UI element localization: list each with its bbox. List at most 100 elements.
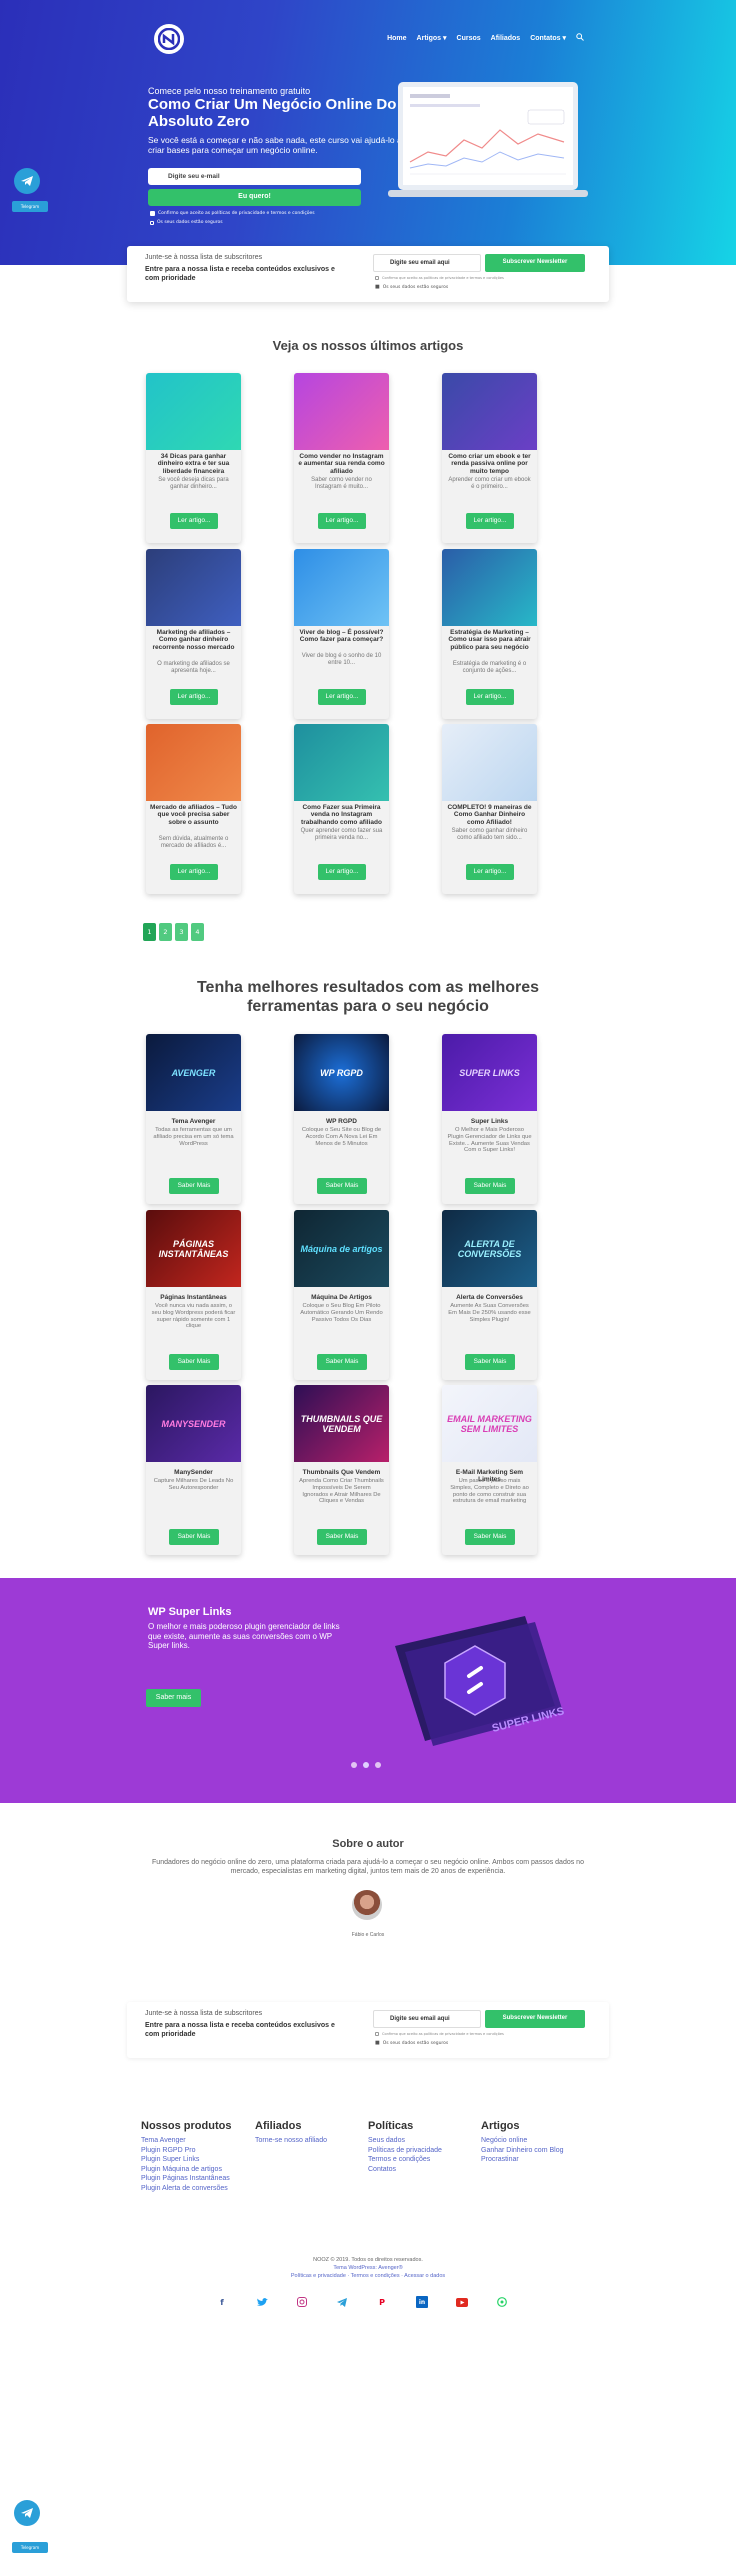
tool-title[interactable]: Máquina De Artigos [298,1294,385,1301]
read-article-button[interactable]: Ler artigo... [170,689,218,705]
tool-title[interactable]: WP RGPD [298,1118,385,1125]
learn-more-button[interactable]: Saber Mais [465,1529,515,1545]
footer-link[interactable]: Procrastinar [481,2155,591,2165]
tool-title[interactable]: ManySender [150,1469,237,1476]
tool-card[interactable]: EMAIL MARKETING SEM LIMITES E-Mail Market… [442,1385,537,1555]
article-card[interactable]: Estratégia de Marketing – Como usar isso… [442,549,537,719]
telegram-float-button[interactable] [14,168,40,194]
article-card[interactable]: COMPLETO! 9 maneiras de Como Ganhar Dinh… [442,724,537,894]
article-title[interactable]: COMPLETO! 9 maneiras de Como Ganhar Dinh… [446,804,533,826]
theme-credit[interactable]: Tema WordPress: Avenger® [0,2265,736,2271]
read-article-button[interactable]: Ler artigo... [466,513,514,529]
telegram-badge[interactable]: Telegram [12,201,48,212]
footer-link[interactable]: Seus dados [368,2136,478,2146]
footer-link[interactable]: Plugin Super Links [141,2155,251,2165]
tool-card[interactable]: WP RGPD WP RGPD Coloque o Seu Site ou Blog… [294,1034,389,1204]
read-article-button[interactable]: Ler artigo... [318,689,366,705]
article-card[interactable]: Mercado de afiliados – Tudo que você pre… [146,724,241,894]
whatsapp-icon[interactable] [496,2296,508,2308]
article-card[interactable]: Marketing de afiliados – Como ganhar din… [146,549,241,719]
nav-item-home[interactable]: Home [387,35,406,42]
learn-more-button[interactable]: Saber Mais [317,1354,367,1370]
learn-more-button[interactable]: Saber Mais [465,1178,515,1194]
tool-card[interactable]: SUPER LINKS Super Links O Melhor e Mais Po… [442,1034,537,1204]
tool-card[interactable]: Máquina de artigos Máquina De Artigos Colo… [294,1210,389,1380]
carousel-dot-3[interactable] [375,1762,381,1768]
youtube-icon[interactable] [456,2296,468,2308]
telegram-badge-bottom[interactable]: Telegram [12,2542,48,2553]
tool-thumbnail[interactable]: MANYSENDER [146,1385,241,1462]
article-title[interactable]: Como Fazer sua Primeira venda no Instagr… [298,804,385,826]
promo-button[interactable]: Saber mais [146,1689,201,1707]
subscribe-email-input-bottom[interactable]: Digite seu email aqui [373,2010,481,2028]
footer-link[interactable]: Tema Avenger [141,2136,251,2146]
hero-email-input[interactable]: Digite seu e-mail [148,168,361,185]
tool-card[interactable]: AVENGER Tema Avenger Todas as ferramentas … [146,1034,241,1204]
learn-more-button[interactable]: Saber Mais [317,1178,367,1194]
subscribe-consent-checkbox-bottom[interactable]: Confirmo que aceito as políticas de priv… [375,2032,504,2036]
nav-item-contatos[interactable]: Contatos ▾ [530,34,566,42]
tool-thumbnail[interactable]: EMAIL MARKETING SEM LIMITES [442,1385,537,1462]
hero-cta-button[interactable]: Eu quero! [148,189,361,206]
footer-link[interactable]: Termos e condições [368,2155,478,2165]
tool-thumbnail[interactable]: AVENGER [146,1034,241,1111]
tool-card[interactable]: MANYSENDER ManySender Capture Milhares De … [146,1385,241,1555]
tool-thumbnail[interactable]: WP RGPD [294,1034,389,1111]
learn-more-button[interactable]: Saber Mais [169,1529,219,1545]
learn-more-button[interactable]: Saber Mais [317,1529,367,1545]
nav-item-cursos[interactable]: Cursos [457,35,481,42]
article-thumbnail[interactable] [442,373,537,450]
subscribe-email-input[interactable]: Digite seu email aqui [373,254,481,272]
article-thumbnail[interactable] [442,724,537,801]
read-article-button[interactable]: Ler artigo... [318,864,366,880]
tool-card[interactable]: ALERTA DE CONVERSÕES Alerta de Conversões… [442,1210,537,1380]
tool-card[interactable]: PÁGINAS INSTANTÂNEAS Páginas Instantâneas… [146,1210,241,1380]
tool-title[interactable]: Super Links [446,1118,533,1125]
hero-consent-checkbox[interactable]: Confirmo que aceito as políticas de priv… [150,211,315,216]
page-2[interactable]: 2 [159,923,172,941]
article-title[interactable]: Viver de blog – É possível? Como fazer p… [298,629,385,644]
article-thumbnail[interactable] [146,724,241,801]
page-1[interactable]: 1 [143,923,156,941]
tool-title[interactable]: Tema Avenger [150,1118,237,1125]
footer-link[interactable]: Plugin Páginas Instantâneas [141,2174,251,2184]
article-title[interactable]: Estratégia de Marketing – Como usar isso… [446,629,533,651]
tool-thumbnail[interactable]: ALERTA DE CONVERSÕES [442,1210,537,1287]
article-thumbnail[interactable] [146,549,241,626]
article-card[interactable]: Como vender no Instagram e aumentar sua … [294,373,389,543]
tool-thumbnail[interactable]: Máquina de artigos [294,1210,389,1287]
telegram-icon[interactable] [336,2296,348,2308]
learn-more-button[interactable]: Saber Mais [465,1354,515,1370]
footer-link[interactable]: Contatos [368,2165,478,2175]
tool-thumbnail[interactable]: THUMBNAILS QUE VENDEM [294,1385,389,1462]
footer-link[interactable]: Políticas de privacidade [368,2146,478,2156]
logo-icon[interactable] [154,24,184,54]
subscribe-button[interactable]: Subscrever Newsletter [485,254,585,272]
carousel-dot-1[interactable] [351,1762,357,1768]
tool-thumbnail[interactable]: SUPER LINKS [442,1034,537,1111]
article-thumbnail[interactable] [294,373,389,450]
article-title[interactable]: Como criar um ebook e ter renda passiva … [446,453,533,475]
footer-link[interactable]: Torne-se nosso afiliado [255,2136,365,2146]
read-article-button[interactable]: Ler artigo... [466,689,514,705]
article-title[interactable]: Marketing de afiliados – Como ganhar din… [150,629,237,651]
article-thumbnail[interactable] [442,549,537,626]
search-icon[interactable] [576,33,584,43]
article-card[interactable]: Como criar um ebook e ter renda passiva … [442,373,537,543]
read-article-button[interactable]: Ler artigo... [170,864,218,880]
tool-title[interactable]: Thumbnails Que Vendem [298,1469,385,1476]
page-3[interactable]: 3 [175,923,188,941]
instagram-icon[interactable] [296,2296,308,2308]
article-title[interactable]: 34 Dicas para ganhar dinheiro extra e te… [150,453,237,475]
tool-title[interactable]: Alerta de Conversões [446,1294,533,1301]
linkedin-icon[interactable]: in [416,2296,428,2308]
nav-item-afiliados[interactable]: Afiliados [491,35,521,42]
article-card[interactable]: 34 Dicas para ganhar dinheiro extra e te… [146,373,241,543]
article-card[interactable]: Como Fazer sua Primeira venda no Instagr… [294,724,389,894]
article-title[interactable]: Mercado de afiliados – Tudo que você pre… [150,804,237,826]
tool-card[interactable]: THUMBNAILS QUE VENDEM Thumbnails Que Vend… [294,1385,389,1555]
nav-item-artigos[interactable]: Artigos ▾ [417,34,447,42]
read-article-button[interactable]: Ler artigo... [170,513,218,529]
learn-more-button[interactable]: Saber Mais [169,1178,219,1194]
footer-legal-links[interactable]: Políticas e privacidade · Termos e condi… [0,2273,736,2279]
